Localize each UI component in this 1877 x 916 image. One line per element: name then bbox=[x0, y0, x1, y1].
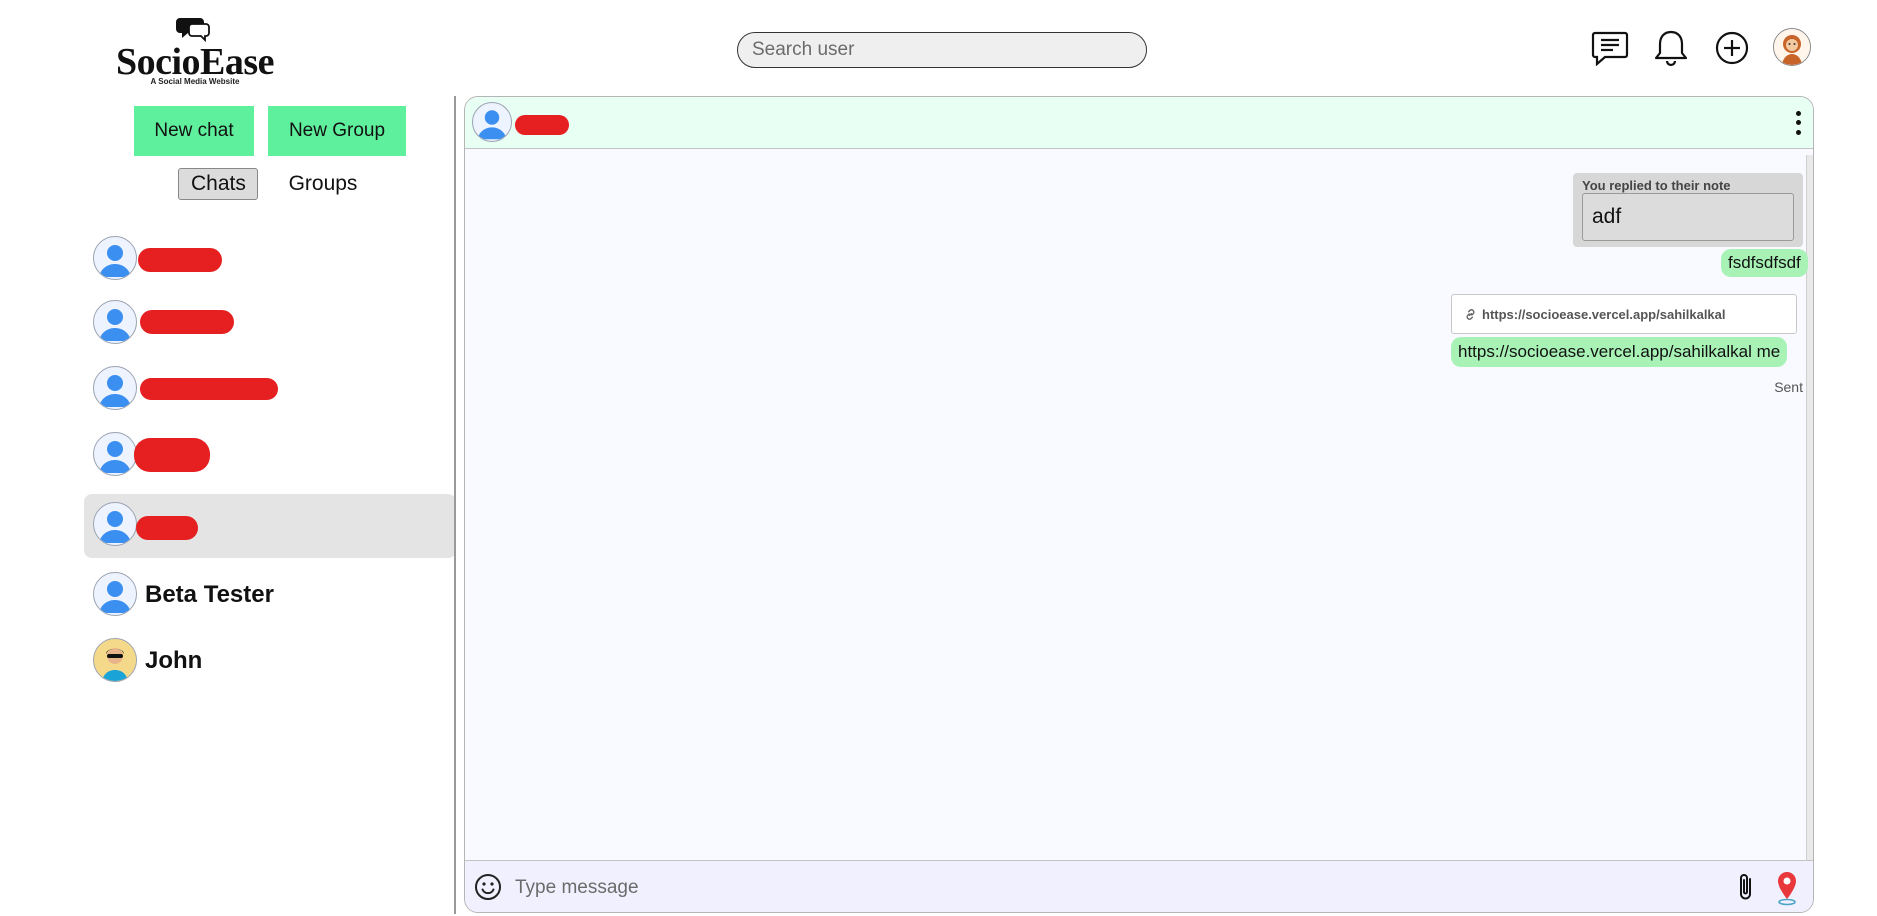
site-logo[interactable]: SocioEase A Social Media Website bbox=[115, 14, 275, 88]
message-status: Sent bbox=[1774, 379, 1803, 395]
create-post-button[interactable] bbox=[1712, 28, 1752, 68]
redaction-mark bbox=[134, 438, 210, 472]
chat-contact-name: Beta Tester bbox=[145, 581, 274, 608]
chat-contact-name: John bbox=[145, 647, 203, 674]
chat-list-item[interactable] bbox=[84, 356, 454, 420]
reply-note-card: You replied to their note adf bbox=[1573, 173, 1803, 247]
default-avatar-icon bbox=[93, 366, 137, 410]
new-chat-button[interactable]: New chat bbox=[134, 106, 254, 156]
profile-avatar-image bbox=[1774, 29, 1810, 65]
sidebar-divider bbox=[454, 96, 456, 914]
reply-label: You replied to their note bbox=[1582, 178, 1731, 193]
messages-button[interactable] bbox=[1590, 28, 1630, 68]
link-preview-url: https://socioease.vercel.app/sahilkalkal bbox=[1482, 306, 1726, 322]
chat-list-item[interactable] bbox=[84, 290, 454, 354]
chat-list-item-selected[interactable] bbox=[84, 494, 456, 558]
search-user-input[interactable] bbox=[737, 32, 1147, 68]
default-avatar-icon bbox=[93, 432, 137, 476]
john-avatar-image bbox=[93, 638, 137, 682]
logo-tagline: A Social Media Website bbox=[150, 77, 240, 86]
default-avatar-icon[interactable] bbox=[472, 102, 512, 142]
default-avatar-icon bbox=[93, 236, 137, 280]
new-group-button[interactable]: New Group bbox=[268, 106, 406, 156]
profile-avatar[interactable] bbox=[1773, 28, 1811, 66]
chat-list-item[interactable] bbox=[84, 422, 454, 486]
quoted-note-text: adf bbox=[1592, 205, 1622, 228]
chat-list-item[interactable]: John bbox=[84, 628, 454, 692]
chat-options-menu-icon[interactable] bbox=[1791, 109, 1805, 137]
tab-groups[interactable]: Groups bbox=[268, 168, 378, 200]
notifications-button[interactable] bbox=[1651, 28, 1691, 68]
default-avatar-icon bbox=[93, 300, 137, 344]
chat-panel: You replied to their note adf fsdfsdfsdf… bbox=[464, 96, 1814, 913]
message-composer bbox=[465, 860, 1813, 912]
link-icon bbox=[1466, 308, 1475, 320]
chat-header bbox=[465, 97, 1813, 149]
location-pin-icon[interactable] bbox=[1773, 870, 1801, 906]
top-header: SocioEase A Social Media Website bbox=[0, 0, 1877, 96]
emoji-icon[interactable] bbox=[474, 873, 502, 901]
tab-chats[interactable]: Chats bbox=[178, 168, 258, 200]
message-bubble[interactable]: https://socioease.vercel.app/sahilkalkal… bbox=[1451, 337, 1788, 367]
plus-circle-icon bbox=[1715, 31, 1749, 65]
chat-list-item[interactable] bbox=[84, 226, 454, 290]
messages-icon bbox=[1591, 31, 1629, 66]
chat-sidebar: New chat New Group Chats Groups Beta Tes… bbox=[84, 96, 456, 916]
redaction-mark bbox=[140, 378, 278, 400]
message-input[interactable] bbox=[513, 871, 1697, 905]
link-preview-card[interactable]: https://socioease.vercel.app/sahilkalkal bbox=[1451, 294, 1797, 334]
message-bubble[interactable]: fsdfsdfsdf bbox=[1721, 249, 1808, 277]
logo-speech-bubbles-icon bbox=[176, 18, 210, 42]
redaction-mark bbox=[140, 310, 234, 334]
chat-list-item[interactable]: Beta Tester bbox=[84, 562, 454, 626]
default-avatar-icon bbox=[93, 502, 137, 546]
redaction-mark bbox=[136, 516, 198, 540]
redaction-mark bbox=[515, 115, 569, 135]
default-avatar-icon bbox=[93, 572, 137, 616]
bell-icon bbox=[1654, 30, 1688, 67]
redaction-mark bbox=[138, 248, 222, 272]
quoted-note: adf bbox=[1582, 193, 1794, 241]
paperclip-icon[interactable] bbox=[1735, 871, 1757, 903]
